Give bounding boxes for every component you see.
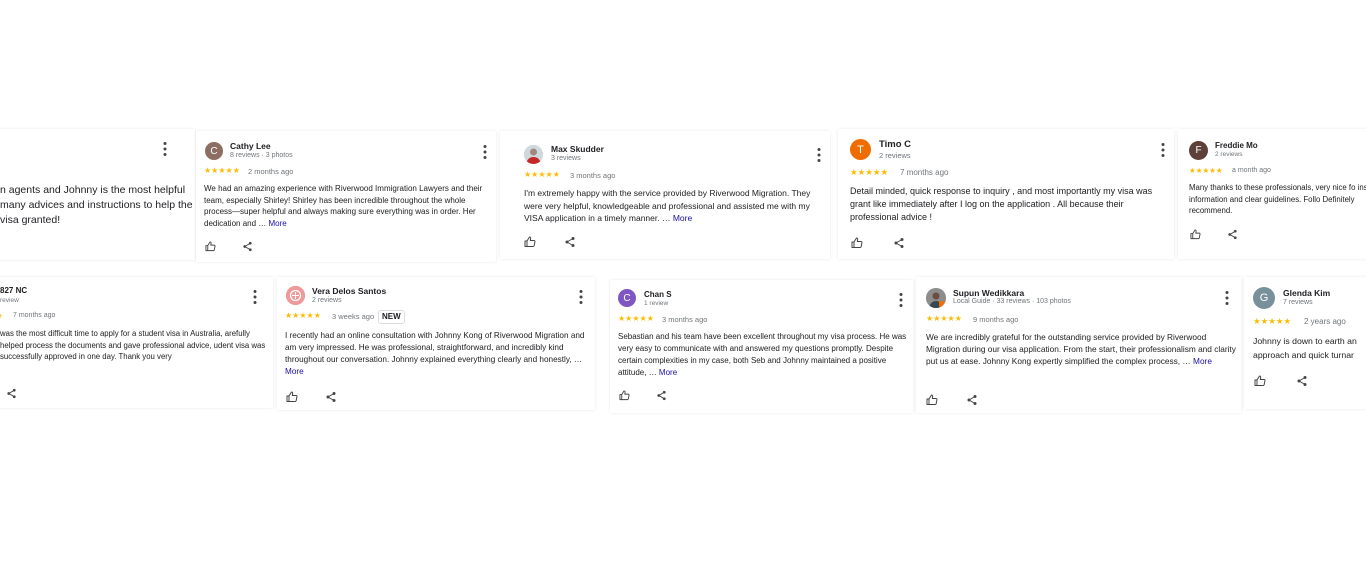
avatar[interactable]: C xyxy=(618,289,636,307)
avatar[interactable] xyxy=(524,145,543,164)
review-card: 827 NC review ★ 7 months ago was the mos… xyxy=(0,277,273,408)
reviewer-meta: Local Guide · 33 reviews · 103 photos xyxy=(953,298,1071,305)
reviewer-name[interactable]: Supun Wedikkara xyxy=(953,288,1024,298)
more-options-icon[interactable] xyxy=(896,292,906,308)
avatar-photo-icon xyxy=(286,286,305,305)
more-options-icon[interactable] xyxy=(1222,290,1232,306)
avatar-photo-icon xyxy=(926,288,946,308)
more-options-icon[interactable] xyxy=(480,144,490,160)
reviewer-meta: 2 reviews xyxy=(879,151,911,160)
review-text: Sebastian and his team have been excelle… xyxy=(618,332,907,377)
review-time: 9 months ago xyxy=(973,315,1019,324)
more-options-icon[interactable] xyxy=(160,141,170,157)
avatar[interactable]: C xyxy=(205,142,223,160)
reviewer-name[interactable]: Vera Delos Santos xyxy=(312,286,386,296)
star-rating: ★★★★★ xyxy=(285,311,321,320)
review-card: T Timo C 2 reviews ★★★★★ 7 months ago De… xyxy=(838,129,1174,259)
review-time: a month ago xyxy=(1232,167,1271,174)
avatar[interactable] xyxy=(926,288,946,308)
reviewer-meta: 7 reviews xyxy=(1283,299,1313,306)
star-rating: ★★★★★ xyxy=(850,167,889,177)
review-text: Many thanks to these professionals, very… xyxy=(1189,183,1366,215)
reviewer-name[interactable]: Chan S xyxy=(644,290,672,299)
more-options-icon[interactable] xyxy=(576,289,586,305)
reviewer-meta: review xyxy=(0,297,19,304)
reviewer-meta: 1 review xyxy=(644,300,669,307)
share-icon[interactable] xyxy=(1296,375,1308,387)
review-card: G Glenda Kim 7 reviews ★★★★★ 2 years ago… xyxy=(1244,277,1366,409)
review-text: Johnny is down to earth an approach and … xyxy=(1253,336,1357,360)
star-rating: ★★★★★ xyxy=(618,314,654,323)
star-rating: ★★★★★ xyxy=(1189,166,1223,175)
like-icon[interactable] xyxy=(524,236,536,248)
more-options-icon[interactable] xyxy=(250,289,260,305)
reviewer-name[interactable]: 827 NC xyxy=(0,286,27,295)
review-time: 3 months ago xyxy=(662,315,708,324)
review-card: F Freddie Mo 2 reviews ★★★★★ a month ago… xyxy=(1178,129,1366,259)
star-rating: ★ xyxy=(0,312,3,320)
avatar[interactable]: F xyxy=(1189,141,1208,160)
more-link[interactable]: More xyxy=(1193,356,1212,366)
like-icon[interactable] xyxy=(205,241,216,252)
reviews-collage: n agents and Johnny is the most helpful … xyxy=(0,0,1366,567)
review-time: 7 months ago xyxy=(13,312,56,319)
reviewer-name[interactable]: Timo C xyxy=(879,139,911,150)
review-card: Supun Wedikkara Local Guide · 33 reviews… xyxy=(916,277,1241,413)
avatar[interactable] xyxy=(286,286,305,305)
review-time: 3 weeks ago xyxy=(332,312,375,321)
more-link[interactable]: More xyxy=(673,213,692,223)
like-icon[interactable] xyxy=(1254,375,1266,387)
more-options-icon[interactable] xyxy=(814,147,824,163)
review-text: We had an amazing experience with Riverw… xyxy=(204,184,483,229)
more-link[interactable]: More xyxy=(659,368,677,377)
like-icon[interactable] xyxy=(851,237,863,249)
star-rating: ★★★★★ xyxy=(524,170,560,179)
review-time: 2 months ago xyxy=(248,167,294,176)
reviewer-name[interactable]: Glenda Kim xyxy=(1283,288,1330,298)
share-icon[interactable] xyxy=(966,394,978,406)
reviewer-meta: 2 reviews xyxy=(312,297,342,304)
new-badge: NEW xyxy=(378,310,405,324)
review-text: I'm extremely happy with the service pro… xyxy=(524,188,811,223)
like-icon[interactable] xyxy=(926,394,938,406)
review-text: I recently had an online consultation wi… xyxy=(285,331,585,377)
avatar[interactable]: G xyxy=(1253,287,1275,309)
review-text: We are incredibly grateful for the outst… xyxy=(926,332,1236,367)
reviewer-name[interactable]: Freddie Mo xyxy=(1215,141,1258,150)
reviewer-meta: 8 reviews · 3 photos xyxy=(230,152,293,159)
review-card: Max Skudder 3 reviews ★★★★★ 3 months ago… xyxy=(500,131,830,259)
star-rating: ★★★★★ xyxy=(204,166,240,175)
reviewer-meta: 2 reviews xyxy=(1215,151,1243,158)
share-icon[interactable] xyxy=(242,241,253,252)
avatar[interactable]: T xyxy=(850,139,871,160)
reviewer-name[interactable]: Cathy Lee xyxy=(230,141,271,151)
like-icon[interactable] xyxy=(1190,229,1201,240)
review-time: 2 years ago xyxy=(1304,317,1346,326)
review-time: 7 months ago xyxy=(900,168,949,177)
more-link[interactable]: More xyxy=(285,367,304,376)
share-icon[interactable] xyxy=(6,388,17,399)
review-time: 3 months ago xyxy=(570,171,616,180)
avatar-photo-icon xyxy=(524,145,543,164)
review-card: C Cathy Lee 8 reviews · 3 photos ★★★★★ 2… xyxy=(196,131,496,262)
review-card: n agents and Johnny is the most helpful … xyxy=(0,129,195,260)
like-icon[interactable] xyxy=(619,390,630,401)
share-icon[interactable] xyxy=(1227,229,1238,240)
star-rating: ★★★★★ xyxy=(1253,316,1292,326)
more-options-icon[interactable] xyxy=(1158,142,1168,158)
reviewer-name[interactable]: Max Skudder xyxy=(551,144,604,154)
review-card: C Chan S 1 review ★★★★★ 3 months ago Seb… xyxy=(610,280,913,413)
share-icon[interactable] xyxy=(564,236,576,248)
review-text: Detail minded, quick response to inquiry… xyxy=(850,186,1153,222)
star-rating: ★★★★★ xyxy=(926,314,962,323)
like-icon[interactable] xyxy=(286,391,298,403)
review-card: Vera Delos Santos 2 reviews ★★★★★ 3 week… xyxy=(277,277,595,410)
more-link[interactable]: More xyxy=(269,219,287,228)
review-text: was the most difficult time to apply for… xyxy=(0,329,266,362)
share-icon[interactable] xyxy=(893,237,905,249)
review-text: n agents and Johnny is the most helpful … xyxy=(0,184,193,226)
share-icon[interactable] xyxy=(325,391,337,403)
reviewer-meta: 3 reviews xyxy=(551,155,581,162)
share-icon[interactable] xyxy=(656,390,667,401)
